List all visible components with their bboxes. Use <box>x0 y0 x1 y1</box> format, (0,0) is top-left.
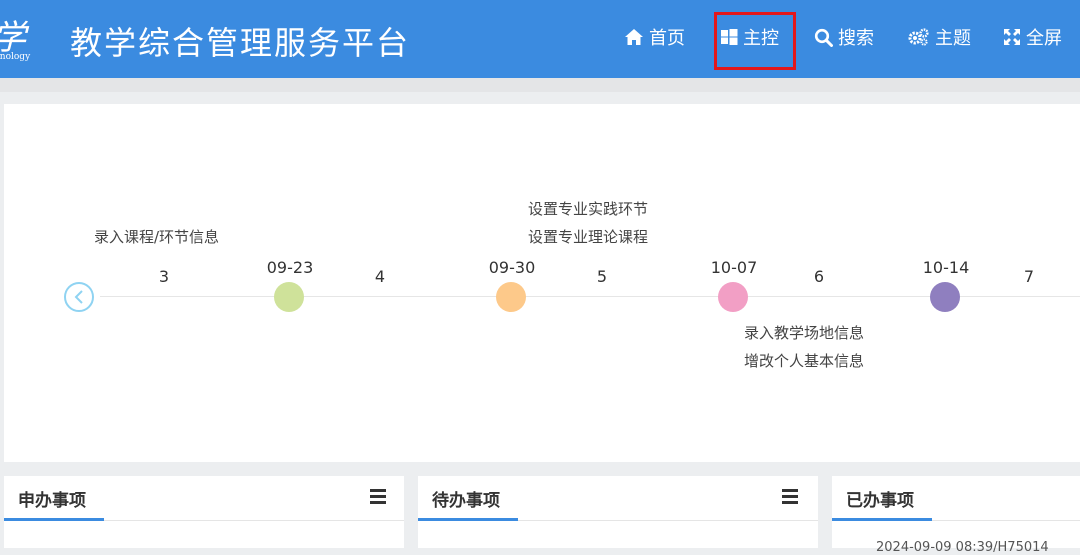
panel-header: 已办事项 <box>832 476 1080 521</box>
nav-home[interactable]: 首页 <box>624 24 685 50</box>
panel-title-underline <box>832 518 932 521</box>
home-icon <box>625 29 643 45</box>
menu-icon[interactable] <box>370 489 386 504</box>
expand-icon <box>1004 29 1020 45</box>
timeline-dot[interactable] <box>718 282 748 312</box>
timeline-date: 09-23 <box>266 258 314 277</box>
highlight-box <box>714 12 796 70</box>
week-number: 6 <box>813 267 825 286</box>
cogs-icon <box>908 28 929 46</box>
search-icon <box>814 28 833 47</box>
week-number: 3 <box>158 267 170 286</box>
nav-search-label: 搜索 <box>838 28 874 49</box>
panel-completed: 已办事项 2024-09-09 08:39/H75014 <box>832 476 1080 555</box>
timeline-card: 录入课程/环节信息 3 09-23 4 设置专业实践环节 设置专业理论课程 09… <box>4 104 1080 462</box>
panel-title: 待办事项 <box>432 491 500 511</box>
timeline-date: 10-14 <box>922 258 970 277</box>
week-number: 7 <box>1023 267 1035 286</box>
nav-theme-label: 主题 <box>935 28 971 49</box>
nav-home-label: 首页 <box>649 28 685 49</box>
panel-applications: 申办事项 <box>4 476 404 548</box>
panel-header: 申办事项 <box>4 476 404 521</box>
note-venue-entry: 录入教学场地信息 <box>744 324 865 342</box>
logo-subtext: hnology <box>0 52 31 62</box>
school-logo: 学 hnology <box>0 14 42 68</box>
panel-title-underline <box>418 518 518 521</box>
panel-title: 已办事项 <box>846 491 914 511</box>
timeline-dot[interactable] <box>930 282 960 312</box>
note-theory-setup: 设置专业理论课程 <box>528 228 649 246</box>
week-number: 5 <box>596 267 608 286</box>
timeline-date: 10-07 <box>710 258 758 277</box>
nav-fullscreen[interactable]: 全屏 <box>1003 24 1062 50</box>
menu-icon[interactable] <box>782 489 798 504</box>
top-header: 学 hnology 教学综合管理服务平台 首页 主控 搜索 主题 <box>0 0 1080 78</box>
note-practice-setup: 设置专业实践环节 <box>528 200 649 218</box>
note-course-entry: 录入课程/环节信息 <box>94 228 220 246</box>
nav-theme[interactable]: 主题 <box>908 24 971 50</box>
nav-fullscreen-label: 全屏 <box>1026 28 1062 49</box>
week-number: 4 <box>374 267 386 286</box>
timeline-dot[interactable] <box>496 282 526 312</box>
panel-header: 待办事项 <box>418 476 818 521</box>
timeline-dot[interactable] <box>274 282 304 312</box>
timeline-prev-button[interactable] <box>64 282 94 312</box>
timeline-date: 09-30 <box>488 258 536 277</box>
chevron-left-icon <box>74 290 83 304</box>
panel-pending: 待办事项 <box>418 476 818 548</box>
note-profile-edit: 增改个人基本信息 <box>744 352 865 370</box>
nav-search[interactable]: 搜索 <box>814 24 874 50</box>
header-shadow-strip <box>0 78 1080 92</box>
app-title: 教学综合管理服务平台 <box>70 24 411 62</box>
panel-title: 申办事项 <box>18 491 86 511</box>
panel-title-underline <box>4 518 104 521</box>
